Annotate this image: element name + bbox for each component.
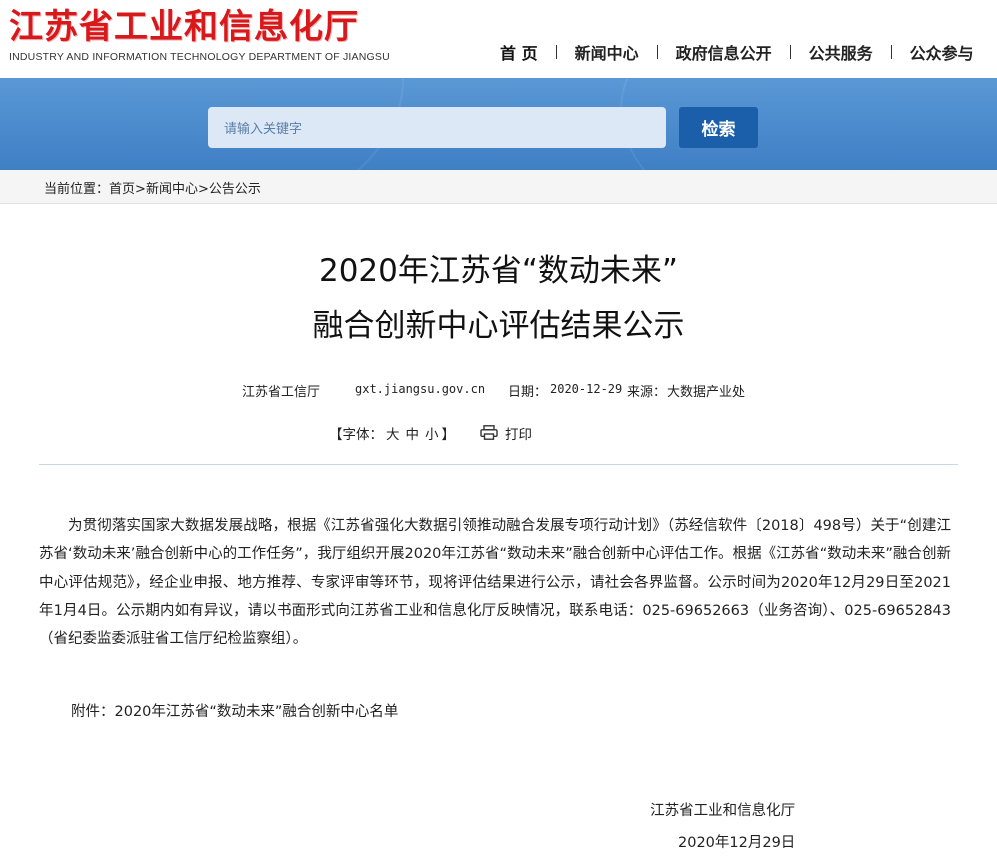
nav-divider xyxy=(555,45,557,59)
print-link[interactable]: 打印 xyxy=(505,423,532,443)
site-logo-en: INDUSTRY AND INFORMATION TECHNOLOGY DEPA… xyxy=(9,51,390,63)
nav-divider xyxy=(789,45,791,59)
font-size-switcher: 【字体：大中小】 xyxy=(329,423,455,443)
breadcrumb-notice[interactable]: 公告公示 xyxy=(209,182,261,197)
attachment-link[interactable]: 附件：2020年江苏省“数动未来”融合创新中心名单 xyxy=(71,700,398,721)
origin-dept: 大数据产业处 xyxy=(667,385,746,400)
nav-item-gov-info[interactable]: 政府信息公开 xyxy=(676,40,772,64)
main-nav: 首 页 新闻中心 政府信息公开 公共服务 公众参与 xyxy=(500,38,974,66)
publish-date: 2020-12-29 xyxy=(550,382,623,396)
font-size-large[interactable]: 大 xyxy=(386,427,400,443)
site-logo-cn[interactable]: 江苏省工业和信息化厅 xyxy=(9,5,359,49)
nav-item-participation[interactable]: 公众参与 xyxy=(910,40,974,64)
search-banner: 请输入关键字 检索 xyxy=(0,78,997,170)
breadcrumb-prefix: 当前位置： xyxy=(44,182,110,197)
font-size-medium[interactable]: 中 xyxy=(406,427,420,443)
search-placeholder: 请输入关键字 xyxy=(224,122,303,137)
breadcrumb-news[interactable]: 新闻中心 xyxy=(146,182,198,197)
font-label: 【字体： xyxy=(329,427,383,443)
signature-date: 2020年12月29日 xyxy=(678,835,796,851)
font-size-small[interactable]: 小 xyxy=(425,427,439,443)
article-title-line2: 融合创新中心评估结果公示 xyxy=(312,308,685,344)
nav-item-home[interactable]: 首 页 xyxy=(500,40,538,64)
breadcrumb-home[interactable]: 首页 xyxy=(109,182,135,197)
origin-label: 来源： xyxy=(627,385,667,400)
source-site: gxt.jiangsu.gov.cn xyxy=(355,382,486,396)
article-paragraph: 为贯彻落实国家大数据发展战略，根据《江苏省强化大数据引领推动融合发展专项行动计划… xyxy=(39,518,951,648)
font-close: 】 xyxy=(441,427,456,443)
signature-block: 江苏省工业和信息化厅 2020年12月29日 xyxy=(650,795,795,859)
nav-item-public-service[interactable]: 公共服务 xyxy=(809,40,873,64)
breadcrumb-text: 当前位置：首页>新闻中心>公告公示 xyxy=(44,178,261,197)
article-body: 为贯彻落实国家大数据发展战略，根据《江苏省强化大数据引领推动融合发展专项行动计划… xyxy=(39,512,951,653)
nav-divider xyxy=(890,45,892,59)
site-header: 江苏省工业和信息化厅 INDUSTRY AND INFORMATION TECH… xyxy=(0,0,997,78)
source-name: 江苏省工信厅 xyxy=(242,385,321,400)
breadcrumb: 当前位置：首页>新闻中心>公告公示 xyxy=(0,170,997,204)
breadcrumb-separator: > xyxy=(135,182,146,197)
signature-org: 江苏省工业和信息化厅 xyxy=(650,803,796,819)
printer-icon[interactable] xyxy=(480,425,498,440)
search-button[interactable]: 检索 xyxy=(679,107,758,148)
banner-decoration xyxy=(620,78,997,170)
breadcrumb-separator: > xyxy=(197,182,209,197)
article-title-line1: 2020年江苏省“数动未来” xyxy=(318,253,678,289)
search-input[interactable]: 请输入关键字 xyxy=(208,107,666,148)
divider xyxy=(39,464,958,465)
date-label: 日期： xyxy=(508,385,548,400)
nav-item-news[interactable]: 新闻中心 xyxy=(575,40,639,64)
nav-divider xyxy=(656,45,658,59)
